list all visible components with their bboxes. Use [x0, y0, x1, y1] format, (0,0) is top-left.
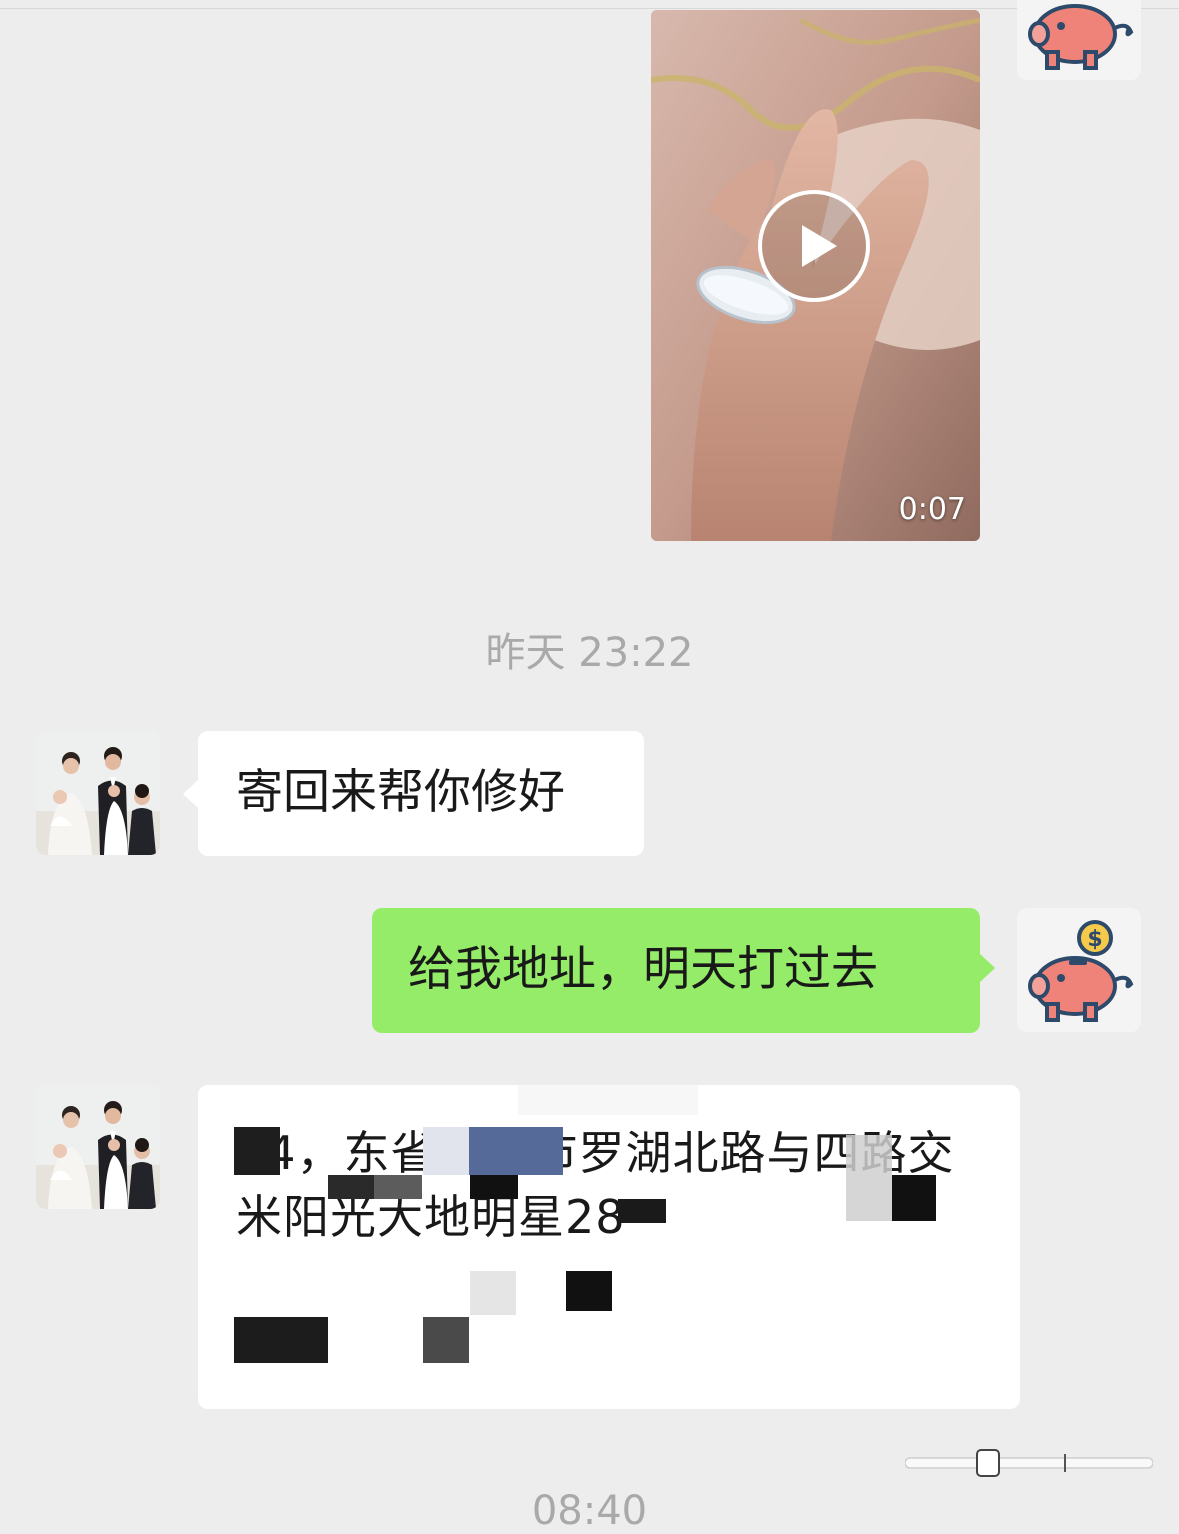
family-photo-icon: [36, 731, 160, 855]
contact-avatar[interactable]: [36, 731, 160, 855]
redaction-block: [470, 1175, 518, 1199]
contact-avatar[interactable]: [36, 1085, 160, 1209]
piggy-bank-icon: $: [1028, 920, 1134, 1022]
piggy-bank-icon: [1028, 4, 1134, 70]
redaction-block: [518, 1085, 698, 1115]
redaction-block: [423, 1317, 469, 1363]
video-message[interactable]: 0:07: [651, 10, 980, 541]
timestamp-divider: 昨天 23:22: [485, 630, 694, 676]
redaction-block: [234, 1127, 280, 1175]
redaction-block: [374, 1175, 422, 1199]
play-icon[interactable]: [757, 189, 871, 303]
timestamp-divider: 08:40: [531, 1488, 648, 1534]
svg-text:$: $: [1087, 927, 1102, 952]
redaction-block: [846, 1135, 892, 1221]
redaction-block: [328, 1175, 374, 1199]
message-bubble-outgoing[interactable]: 给我地址，明天打过去: [372, 908, 995, 1033]
redaction-block: [423, 1127, 469, 1175]
message-text: 寄回来帮你修好: [236, 765, 565, 820]
redaction-block: [234, 1317, 328, 1363]
redaction-block: [566, 1271, 612, 1311]
redaction-block: [470, 1271, 516, 1315]
video-duration: 0:07: [898, 492, 966, 527]
message-bubble-incoming[interactable]: 寄回来帮你修好: [183, 731, 644, 856]
message-text: 给我地址，明天打过去: [408, 942, 878, 997]
my-avatar[interactable]: $: [1017, 908, 1141, 1032]
my-avatar-top[interactable]: [1017, 0, 1141, 80]
redaction-block: [892, 1175, 936, 1221]
redaction-block: [618, 1199, 666, 1223]
family-photo-icon: [36, 1085, 160, 1209]
top-divider: [0, 8, 1179, 9]
redaction-block: [469, 1127, 563, 1175]
scroll-indicator[interactable]: [905, 1448, 1153, 1478]
message-bubble-address[interactable]: 44，东省深圳市罗湖北路与四路交米阳光大地明星28: [198, 1085, 1020, 1409]
